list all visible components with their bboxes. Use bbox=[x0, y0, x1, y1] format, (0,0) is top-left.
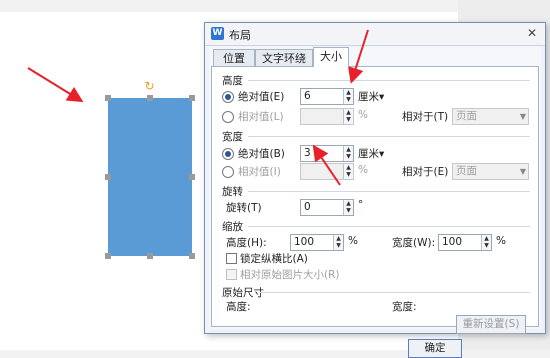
relative-original-label: 相对原始图片大小(R) bbox=[240, 269, 340, 281]
spinner-arrows-icon[interactable]: ▲ ▼ bbox=[343, 146, 353, 161]
selected-rectangle-shape[interactable] bbox=[108, 98, 192, 256]
width-relative-to-label: 相对于(E) bbox=[402, 166, 449, 178]
scale-width-value: 100 bbox=[442, 236, 463, 248]
spinner-arrows-icon[interactable]: ▲ ▼ bbox=[343, 109, 353, 124]
original-size-section-label: 原始尺寸 bbox=[222, 287, 264, 299]
height-relative-unit: % bbox=[358, 109, 368, 121]
width-relative-to-select[interactable]: 页面 ▼ bbox=[452, 163, 529, 180]
height-absolute-input[interactable]: 6 ▲ ▼ bbox=[300, 88, 354, 105]
layout-dialog: W 布局 ✕ 位置 文字环绕 大小 高度 绝对值(E) 6 ▲ ▼ 厘米▾ 相对值… bbox=[204, 22, 546, 358]
height-absolute-radio[interactable] bbox=[222, 91, 234, 103]
rotate-unit: ° bbox=[358, 199, 364, 211]
divider bbox=[248, 136, 530, 137]
scale-width-unit: % bbox=[496, 235, 506, 247]
width-absolute-value: 3 bbox=[304, 147, 311, 159]
wps-icon: W bbox=[211, 27, 224, 40]
ok-button[interactable]: 确定 bbox=[408, 339, 462, 358]
divider bbox=[248, 191, 530, 192]
height-relative-radio[interactable] bbox=[222, 111, 234, 123]
width-absolute-label: 绝对值(B) bbox=[238, 148, 285, 160]
reset-button[interactable]: 重新设置(S) bbox=[456, 315, 526, 334]
resize-handle[interactable] bbox=[189, 253, 195, 259]
height-relative-to-label: 相对于(T) bbox=[402, 111, 449, 123]
height-relative-input[interactable]: ▲ ▼ bbox=[300, 108, 354, 125]
resize-handle[interactable] bbox=[105, 253, 111, 259]
chevron-down-icon: ▼ bbox=[519, 167, 526, 176]
width-relative-label: 相对值(I) bbox=[238, 166, 281, 178]
height-absolute-value: 6 bbox=[304, 90, 311, 102]
spinner-arrows-icon[interactable]: ▲ ▼ bbox=[343, 164, 353, 179]
tab-position[interactable]: 位置 bbox=[213, 49, 255, 67]
scale-width-label: 宽度(W): bbox=[392, 237, 436, 249]
rotate-input[interactable]: 0 ▲ ▼ bbox=[300, 199, 354, 216]
original-width-label: 宽度: bbox=[392, 301, 417, 313]
size-tab-panel: 高度 绝对值(E) 6 ▲ ▼ 厘米▾ 相对值(L) ▲ ▼ % 相对于(T) 页面… bbox=[211, 66, 539, 358]
width-relative-unit: % bbox=[358, 164, 368, 176]
height-relative-label: 相对值(L) bbox=[238, 111, 284, 123]
rotate-label: 旋转(T) bbox=[226, 202, 262, 214]
dialog-titlebar[interactable]: W 布局 ✕ bbox=[205, 23, 545, 46]
resize-handle[interactable] bbox=[147, 253, 153, 259]
tab-size[interactable]: 大小 bbox=[313, 47, 349, 67]
scale-section-label: 缩放 bbox=[222, 221, 243, 233]
close-icon[interactable]: ✕ bbox=[523, 26, 541, 41]
height-relative-to-select[interactable]: 页面 ▼ bbox=[452, 108, 529, 125]
height-section-label: 高度 bbox=[222, 75, 243, 87]
relative-original-checkbox[interactable] bbox=[226, 269, 237, 280]
chevron-down-icon: ▼ bbox=[519, 112, 526, 121]
spinner-arrows-icon[interactable]: ▲ ▼ bbox=[343, 200, 353, 215]
height-relative-to-value: 页面 bbox=[456, 110, 477, 122]
rotate-value: 0 bbox=[304, 201, 311, 213]
width-unit-dropdown[interactable]: 厘米▾ bbox=[358, 146, 384, 161]
resize-handle[interactable] bbox=[147, 95, 153, 101]
scale-height-input[interactable]: 100 ▲ ▼ bbox=[290, 234, 344, 251]
dialog-body: 位置 文字环绕 大小 高度 绝对值(E) 6 ▲ ▼ 厘米▾ 相对值(L) ▲ ▼ … bbox=[209, 47, 541, 358]
height-unit-dropdown[interactable]: 厘米▾ bbox=[358, 89, 384, 104]
divider bbox=[260, 292, 530, 293]
tab-text-wrap[interactable]: 文字环绕 bbox=[255, 49, 313, 67]
width-relative-radio[interactable] bbox=[222, 166, 234, 178]
width-absolute-radio[interactable] bbox=[222, 148, 234, 160]
scale-width-input[interactable]: 100 ▲ ▼ bbox=[438, 234, 492, 251]
rotate-section-label: 旋转 bbox=[222, 186, 243, 198]
spinner-arrows-icon[interactable]: ▲ ▼ bbox=[481, 235, 491, 250]
height-absolute-label: 绝对值(E) bbox=[238, 91, 285, 103]
dialog-title: 布局 bbox=[229, 29, 251, 42]
resize-handle[interactable] bbox=[189, 174, 195, 180]
resize-handle[interactable] bbox=[105, 95, 111, 101]
resize-handle[interactable] bbox=[189, 95, 195, 101]
width-section-label: 宽度 bbox=[222, 131, 243, 143]
scale-height-label: 高度(H): bbox=[226, 237, 267, 249]
resize-handle[interactable] bbox=[105, 174, 111, 180]
width-relative-to-value: 页面 bbox=[456, 165, 477, 177]
width-absolute-input[interactable]: 3 ▲ ▼ bbox=[300, 145, 354, 162]
lock-aspect-label: 锁定纵横比(A) bbox=[240, 253, 308, 265]
rotate-handle-icon[interactable]: ↻ bbox=[144, 80, 155, 92]
spinner-arrows-icon[interactable]: ▲ ▼ bbox=[343, 89, 353, 104]
scale-height-value: 100 bbox=[294, 236, 315, 248]
original-height-label: 高度: bbox=[226, 301, 251, 313]
width-relative-input[interactable]: ▲ ▼ bbox=[300, 163, 354, 180]
divider bbox=[248, 226, 530, 227]
lock-aspect-checkbox[interactable] bbox=[226, 253, 237, 264]
spinner-arrows-icon[interactable]: ▲ ▼ bbox=[333, 235, 343, 250]
scale-height-unit: % bbox=[348, 235, 358, 247]
divider bbox=[248, 80, 530, 81]
